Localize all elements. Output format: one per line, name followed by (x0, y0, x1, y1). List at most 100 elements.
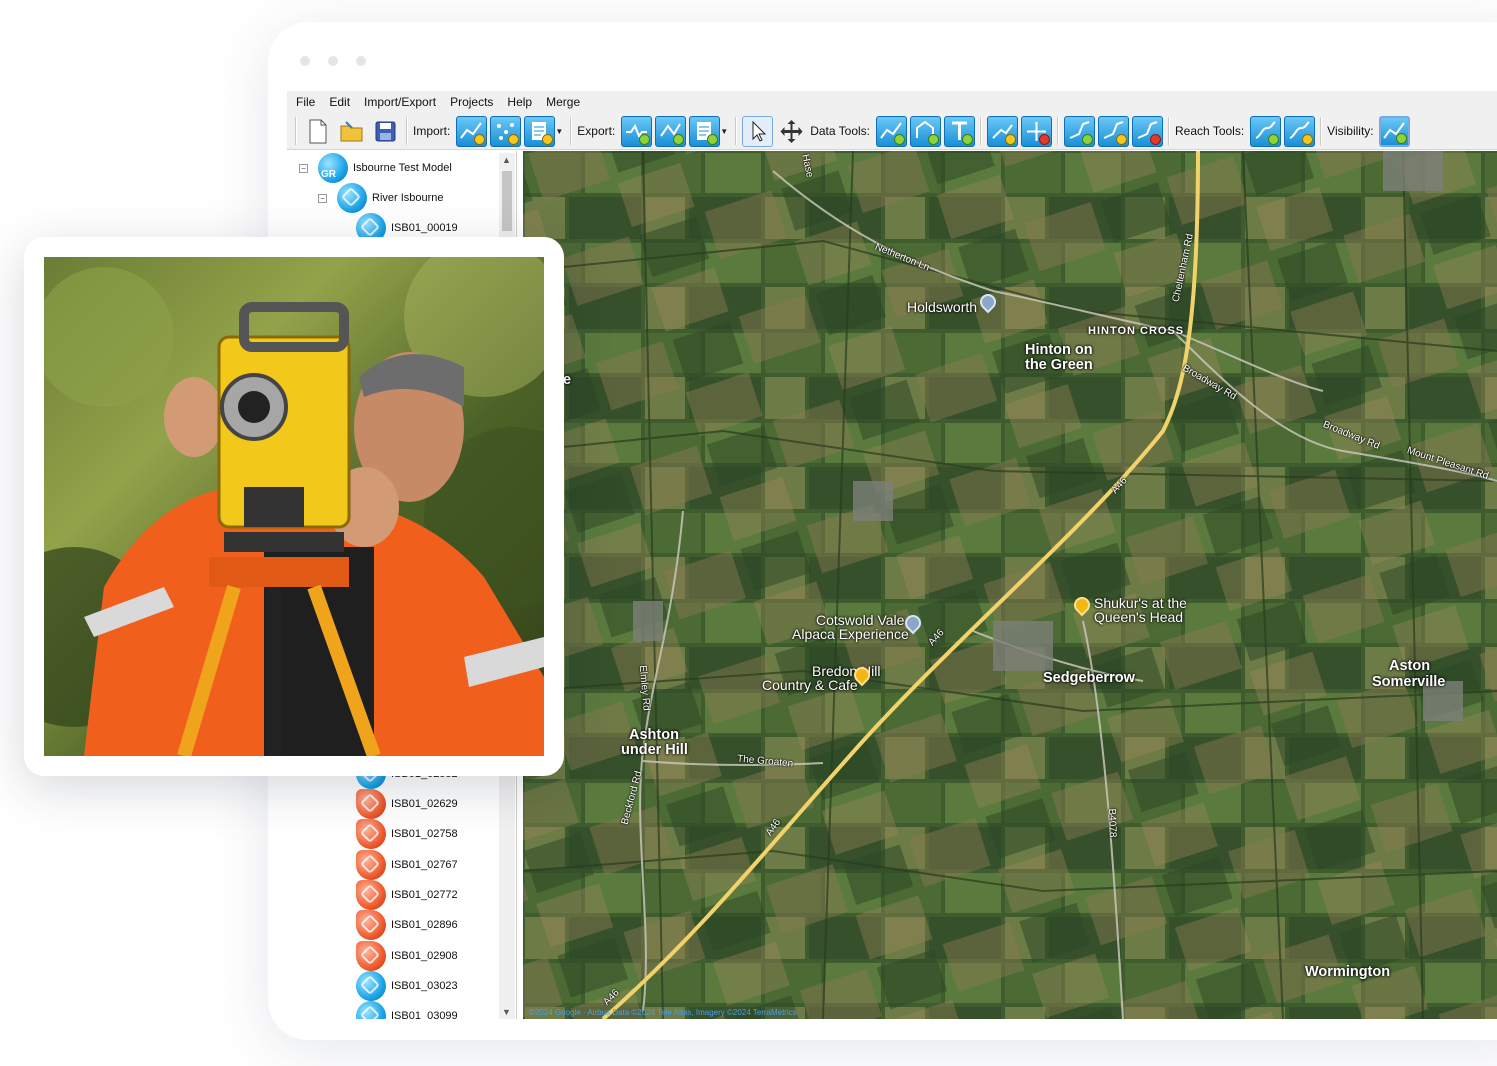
surveyor-photo (44, 257, 544, 756)
edit-data-button[interactable] (986, 115, 1018, 147)
window-dot-minimize[interactable] (328, 56, 338, 66)
window-dot-close[interactable] (300, 56, 310, 66)
gr-model-icon: GR (318, 153, 348, 183)
map-label-shukur-2: Queen's Head (1094, 609, 1184, 625)
open-folder-button[interactable] (336, 116, 367, 147)
menu-merge[interactable]: Merge (546, 95, 588, 109)
map-label-hinton-cross: HINTON CROSS (1088, 325, 1185, 337)
tree-section-node[interactable]: ISB01_02758 (356, 819, 458, 850)
scroll-thumb[interactable] (502, 171, 512, 231)
collapse-toggle-icon[interactable]: − (318, 194, 327, 203)
map-label-aston-2: Somerville (1372, 674, 1446, 690)
tree-section-node[interactable]: ISB01_02896 (356, 910, 458, 941)
edit-reach-button[interactable] (1283, 115, 1315, 147)
delete-data-button[interactable] (1020, 115, 1052, 147)
map-imagery (523, 151, 1497, 1019)
map-label-hinton-green-1: Hinton on (1025, 342, 1093, 358)
import-document-button[interactable] (523, 115, 555, 147)
export-dropdown-icon[interactable]: ▼ (720, 127, 728, 136)
add-line-button[interactable] (1063, 115, 1095, 147)
delete-badge-icon (1038, 133, 1050, 145)
import-dropdown-icon[interactable]: ▼ (555, 127, 563, 136)
tree-section-node[interactable]: ISB01_02908 (356, 940, 458, 971)
map-label-holdsworth: Holdsworth (907, 299, 978, 315)
collapse-toggle-icon[interactable]: − (299, 164, 308, 173)
scroll-up-icon[interactable]: ▲ (502, 155, 511, 165)
menu-help[interactable]: Help (507, 95, 540, 109)
map-label-ashton-2: under Hill (621, 742, 688, 758)
tree-section-node[interactable]: ISB01_02767 (356, 849, 458, 880)
open-folder-icon (340, 120, 362, 141)
data-tools-label: Data Tools: (810, 124, 871, 138)
import-points-button[interactable] (489, 115, 521, 147)
add-badge-icon (1081, 133, 1093, 145)
toolbar-separator (570, 117, 572, 145)
map-label-cotswold-2: Alpaca Experience (792, 626, 909, 642)
new-file-button[interactable] (302, 116, 333, 147)
select-pointer-button[interactable] (741, 115, 773, 147)
add-text-button[interactable] (943, 115, 975, 147)
map-label-wormington: Wormington (1305, 964, 1391, 980)
map-copyright: ©2024 Google · Airbus Data ©2024 Tele At… (529, 1008, 797, 1017)
export-document-button[interactable] (688, 115, 720, 147)
toolbar-separator (295, 117, 296, 145)
map-label-aston-1: Aston (1389, 658, 1431, 674)
add-badge-icon (961, 133, 973, 145)
toolbar-separator (1320, 117, 1322, 145)
add-cross-section-button[interactable] (875, 115, 907, 147)
reach-icon (337, 183, 367, 213)
cursor-icon (752, 120, 766, 142)
new-file-icon (309, 119, 326, 143)
satellite-map[interactable]: Holdsworth HINTON CROSS Hinton on the Gr… (523, 151, 1497, 1019)
menu-edit[interactable]: Edit (329, 95, 358, 109)
export-cross-section-button[interactable] (620, 115, 652, 147)
edit-line-button[interactable] (1097, 115, 1129, 147)
tree-root-label: Isbourne Test Model (353, 162, 452, 174)
tree-section-label: ISB01_03099 (391, 1010, 458, 1019)
export-network-button[interactable] (654, 115, 686, 147)
photo-card (24, 237, 564, 776)
pan-button[interactable] (776, 116, 807, 147)
menu-bar: File Edit Import/Export Projects Help Me… (287, 91, 1497, 113)
tree-reach-node[interactable]: River Isbourne (337, 183, 444, 213)
tree-section-label: ISB01_00019 (391, 222, 458, 234)
import-cross-section-button[interactable] (455, 115, 487, 147)
toolbar-separator (735, 117, 737, 145)
toolbar-separator (406, 117, 407, 145)
add-reach-button[interactable] (1249, 115, 1281, 147)
tree-section-node[interactable]: ISB01_02629 (356, 789, 458, 819)
cross-section-icon (356, 789, 386, 819)
import-label: Import: (413, 124, 451, 138)
menu-file[interactable]: File (296, 95, 323, 109)
edit-badge-icon (1115, 133, 1127, 145)
menu-import-export[interactable]: Import/Export (364, 95, 444, 109)
map-label-hinton-green-2: the Green (1025, 357, 1093, 373)
cross-section-icon (356, 879, 386, 910)
visibility-label: Visibility: (1327, 124, 1374, 138)
tree-section-label: ISB01_02629 (391, 798, 458, 810)
add-badge-icon (893, 133, 905, 145)
tree-reach-label: River Isbourne (372, 192, 444, 204)
scroll-down-icon[interactable]: ▼ (502, 1007, 511, 1017)
visibility-toggle-button[interactable] (1379, 115, 1411, 147)
add-badge-icon (1267, 133, 1279, 145)
add-structure-button[interactable] (909, 115, 941, 147)
delete-badge-icon (1149, 133, 1161, 145)
cross-section-icon (356, 1001, 386, 1019)
export-label: Export: (577, 124, 616, 138)
tree-section-node[interactable]: ISB01_02772 (356, 879, 458, 910)
tree-section-node[interactable]: ISB01_03099 (356, 1001, 458, 1019)
save-icon (375, 121, 395, 141)
tree-section-label: ISB01_02908 (391, 949, 458, 962)
toolbar-separator (980, 117, 982, 145)
tree-root-node[interactable]: GR Isbourne Test Model (318, 153, 452, 183)
map-label-ashton-1: Ashton (629, 727, 679, 743)
map-label-shukur-1: Shukur's at the (1094, 595, 1187, 611)
tree-section-node[interactable]: ISB01_03023 (356, 970, 458, 1001)
window-dot-maximize[interactable] (356, 56, 366, 66)
menu-projects[interactable]: Projects (450, 95, 501, 109)
save-button[interactable] (370, 116, 401, 147)
cross-section-icon (356, 819, 386, 850)
surveyor-illustration (44, 257, 544, 756)
delete-line-button[interactable] (1131, 115, 1163, 147)
